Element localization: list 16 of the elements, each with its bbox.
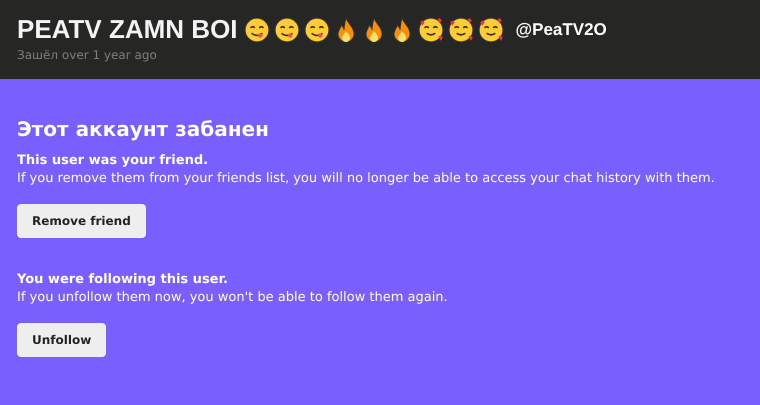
smiling-face-icon	[304, 16, 330, 42]
section-heading: You were following this user.	[17, 272, 229, 287]
heart-eyes-face-icon	[448, 16, 474, 42]
section-text: If you remove them from your friends list, you will no longer be able to access your chat history with them.	[17, 171, 716, 186]
unfollow-button[interactable]: Unfollow	[17, 323, 106, 357]
remove-friend-button[interactable]: Remove friend	[17, 204, 146, 238]
banned-title: Этот аккаунт забанен	[17, 117, 270, 141]
heart-eyes-face-icon	[478, 16, 504, 42]
section-heading: This user was your friend.	[17, 153, 210, 168]
smiling-face-icon	[244, 16, 270, 42]
display-name: PEATV ZAMN BOI	[17, 14, 238, 45]
smiling-face-icon	[274, 16, 300, 42]
section-text: If you unfollow them now, you won't be able to follow them again.	[17, 290, 449, 305]
heart-eyes-face-icon	[418, 16, 444, 42]
last-seen: Зашёл over 1 year ago	[17, 48, 158, 62]
username: @PeaTV2O	[516, 20, 607, 40]
